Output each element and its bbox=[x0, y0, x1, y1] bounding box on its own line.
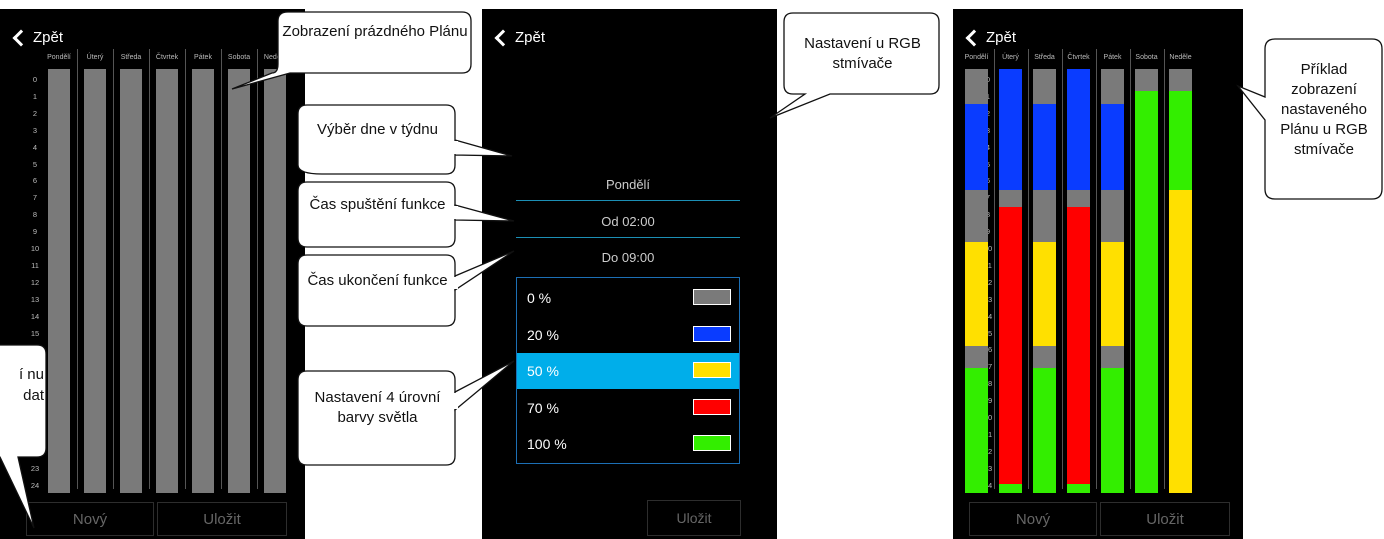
callout-empty-plan-text: Zobrazení prázdného Plánu bbox=[282, 23, 468, 40]
callout-example-text: Příklad zobrazení nastaveného Plánu u RG… bbox=[1280, 61, 1368, 158]
callout-layer bbox=[0, 11, 1383, 529]
callout-end-time-text: Čas ukončení funkce bbox=[307, 272, 448, 289]
callout-left-cut-text: í nu dat bbox=[18, 366, 44, 404]
callout-rgb-setting-text: Nastavení u RGB stmívače bbox=[804, 35, 921, 72]
callout-start-time-text: Čas spuštění funkce bbox=[309, 196, 446, 213]
callout-day-select-text: Výběr dne v týdnu bbox=[317, 121, 438, 138]
callout-levels-text: Nastavení 4 úrovní barvy světla bbox=[314, 389, 441, 426]
